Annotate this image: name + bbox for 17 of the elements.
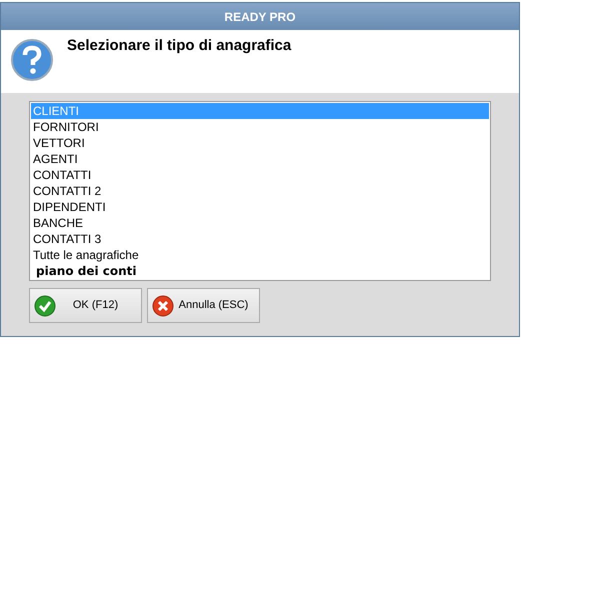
list-item[interactable]: CONTATTI 3 — [31, 231, 489, 247]
list-item[interactable]: FORNITORI — [31, 119, 489, 135]
dialog-button[interactable]: OK (F12) — [29, 288, 142, 323]
list-item[interactable]: AGENTI — [31, 151, 489, 167]
question-icon — [10, 38, 54, 82]
header-text: Selezionare il tipo di anagrafica — [67, 36, 292, 56]
list-item[interactable]: BANCHE — [31, 215, 489, 231]
list-item[interactable]: piano dei conti — [31, 263, 489, 279]
list-item[interactable]: CONTATTI 2 — [31, 183, 489, 199]
window-title: READY PRO — [224, 8, 296, 26]
list-item[interactable]: CONTATTI — [31, 167, 489, 183]
checkmark-icon — [34, 294, 56, 316]
list-item[interactable]: DIPENDENTI — [31, 199, 489, 215]
list-item[interactable]: VETTORI — [31, 135, 489, 151]
list-item[interactable]: Tutte le anagrafiche — [31, 247, 489, 263]
close-icon — [152, 294, 174, 316]
dialog-button[interactable]: Annulla (ESC) — [147, 288, 260, 323]
